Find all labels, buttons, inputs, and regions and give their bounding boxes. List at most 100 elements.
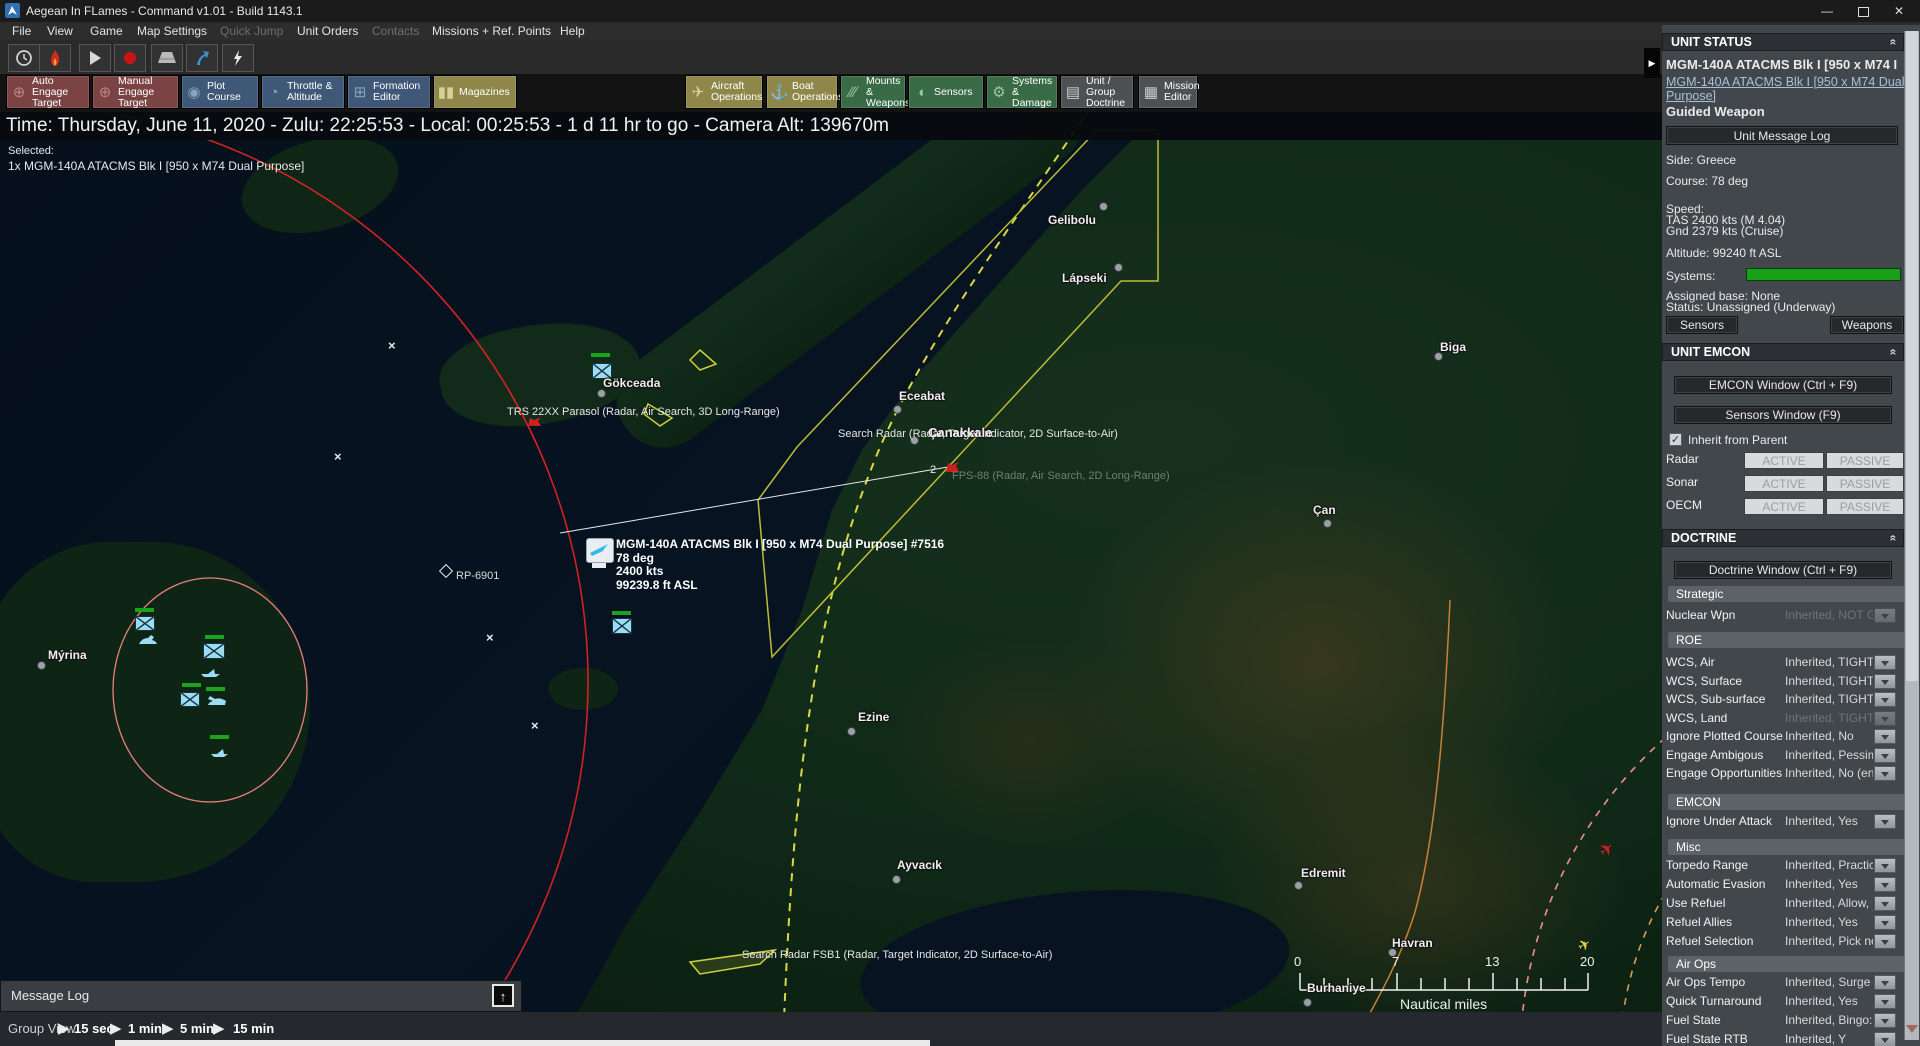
- dropdown-button[interactable]: [1874, 896, 1896, 911]
- dropdown-button[interactable]: [1874, 729, 1896, 744]
- jump-arrow-icon[interactable]: [186, 44, 218, 72]
- play-step-icon[interactable]: ▶: [213, 1019, 225, 1037]
- unit-status-header[interactable]: UNIT STATUS«: [1662, 33, 1904, 51]
- dropdown-button[interactable]: [1874, 814, 1896, 829]
- map-viewport[interactable]: Time: Thursday, June 11, 2020 - Zulu: 22…: [0, 112, 1662, 1046]
- contact-x-mark[interactable]: ×: [531, 718, 539, 733]
- scrollbar-thumb[interactable]: [1906, 31, 1918, 681]
- dropdown-button[interactable]: [1874, 1013, 1896, 1028]
- collapse-chevron-icon[interactable]: «: [1887, 535, 1901, 542]
- clock-icon[interactable]: [8, 44, 40, 72]
- friendly-boat-icon[interactable]: [210, 746, 230, 758]
- panel-collapse-arrow[interactable]: ▶: [1644, 48, 1660, 78]
- sonar-active-button[interactable]: ACTIVE: [1744, 475, 1824, 492]
- doctrine-header[interactable]: DOCTRINE«: [1662, 529, 1904, 547]
- selected-unit-box[interactable]: [586, 538, 614, 563]
- inherit-from-parent-checkbox[interactable]: ✓: [1669, 433, 1682, 446]
- plot-course-button[interactable]: ◉Plot Course: [181, 75, 259, 109]
- flame-icon[interactable]: [39, 44, 71, 72]
- dropdown-button[interactable]: [1874, 674, 1896, 689]
- friendly-installation-icon[interactable]: [135, 616, 155, 631]
- record-icon[interactable]: [114, 44, 146, 72]
- dropdown-button[interactable]: [1874, 858, 1896, 873]
- play-icon[interactable]: [79, 44, 111, 72]
- contact-x-mark[interactable]: ×: [486, 630, 494, 645]
- oecm-passive-button[interactable]: PASSIVE: [1826, 498, 1904, 515]
- friendly-weapon-icon[interactable]: [612, 618, 632, 634]
- mounts-weapons-button[interactable]: ∕∕∕Mounts & Weapons: [840, 75, 906, 109]
- throttle-altitude-button[interactable]: ◔Throttle & Altitude: [261, 75, 345, 109]
- menu-view[interactable]: View: [47, 24, 73, 38]
- contact-x-mark[interactable]: ×: [334, 449, 342, 464]
- friendly-installation-icon[interactable]: [180, 692, 200, 707]
- sonar-passive-button[interactable]: PASSIVE: [1826, 475, 1904, 492]
- dropdown-button[interactable]: [1874, 975, 1896, 990]
- unit-db-link[interactable]: MGM-140A ATACMS Blk I [950 x M74 Dual Pu…: [1666, 75, 1906, 103]
- terrain-layers-icon[interactable]: [151, 44, 183, 72]
- friendly-launcher-icon[interactable]: [206, 693, 228, 708]
- radar-passive-button[interactable]: PASSIVE: [1826, 452, 1904, 469]
- step-15min[interactable]: 15 min: [233, 1021, 274, 1036]
- friendly-boat-icon[interactable]: [200, 666, 222, 678]
- menu-game[interactable]: Game: [90, 24, 123, 38]
- sensors-button[interactable]: ◖Sensors: [908, 75, 984, 109]
- emcon-window-button[interactable]: EMCON Window (Ctrl + F9): [1674, 376, 1892, 394]
- dropdown-button[interactable]: [1874, 748, 1896, 763]
- doctrine-window-button[interactable]: Doctrine Window (Ctrl + F9): [1674, 561, 1892, 579]
- maximize-button[interactable]: [1846, 0, 1880, 22]
- unit-emcon-header[interactable]: UNIT EMCON«: [1662, 343, 1904, 361]
- unit-altitude: Altitude: 99240 ft ASL: [1666, 246, 1781, 260]
- close-button[interactable]: ✕: [1882, 0, 1916, 22]
- selected-unit-readout: 1x MGM-140A ATACMS Blk I [950 x M74 Dual…: [8, 159, 304, 173]
- step-15sec[interactable]: 15 sec: [74, 1021, 114, 1036]
- dropdown-button[interactable]: [1874, 994, 1896, 1009]
- menu-unit-orders[interactable]: Unit Orders: [297, 24, 358, 38]
- message-log-bar[interactable]: Message Log: [0, 980, 522, 1012]
- magazines-button[interactable]: ▮▮Magazines: [433, 75, 517, 109]
- oecm-active-button[interactable]: ACTIVE: [1744, 498, 1824, 515]
- menu-file[interactable]: File: [12, 24, 31, 38]
- menu-help[interactable]: Help: [560, 24, 585, 38]
- play-step-icon[interactable]: ▶: [110, 1019, 122, 1037]
- manual-engage-target-button[interactable]: ⊕Manual Engage Target: [92, 75, 179, 109]
- friendly-vehicle-icon[interactable]: [137, 634, 159, 647]
- panel-scrollbar[interactable]: [1904, 31, 1919, 1040]
- unit-message-log-button[interactable]: Unit Message Log: [1666, 126, 1898, 145]
- dropdown-button: [1874, 608, 1896, 623]
- dropdown-button[interactable]: [1874, 692, 1896, 707]
- dropdown-button[interactable]: [1874, 877, 1896, 892]
- selected-label: Selected:: [8, 145, 54, 157]
- doctrine-row: Refuel AlliesInherited, Yes: [1662, 915, 1904, 931]
- collapse-chevron-icon[interactable]: «: [1887, 349, 1901, 356]
- sensors-list-button[interactable]: Sensors: [1666, 316, 1738, 334]
- play-step-icon[interactable]: ▶: [58, 1019, 70, 1037]
- systems-damage-button[interactable]: ⚙Systems & Damage: [986, 75, 1058, 109]
- formation-editor-button[interactable]: ⊞Formation Editor: [347, 75, 431, 109]
- dropdown-button[interactable]: [1874, 1032, 1896, 1046]
- weapons-list-button[interactable]: Weapons: [1830, 316, 1904, 334]
- menu-missions-ref-points[interactable]: Missions + Ref. Points: [432, 24, 551, 38]
- boat-operations-button[interactable]: ⚓Boat Operations: [766, 75, 838, 109]
- lightning-icon[interactable]: [222, 44, 254, 72]
- friendly-installation-icon[interactable]: [203, 643, 225, 659]
- auto-engage-target-button[interactable]: ⊕Auto Engage Target: [6, 75, 90, 109]
- radar-active-button[interactable]: ACTIVE: [1744, 452, 1824, 469]
- aircraft-operations-button[interactable]: ✈Aircraft Operations: [685, 75, 763, 109]
- scrollbar-down-arrow[interactable]: [1906, 1025, 1918, 1033]
- message-log-expand-button[interactable]: ↑: [492, 984, 514, 1007]
- contact-x-mark[interactable]: ×: [388, 338, 396, 353]
- dropdown-button[interactable]: [1874, 915, 1896, 930]
- dropdown-button[interactable]: [1874, 934, 1896, 949]
- step-5min[interactable]: 5 min: [180, 1021, 214, 1036]
- play-step-icon[interactable]: ▶: [162, 1019, 174, 1037]
- sam-range-ring-red: [0, 112, 588, 1046]
- collapse-chevron-icon[interactable]: «: [1887, 39, 1901, 46]
- mission-editor-button[interactable]: ▦Mission Editor: [1138, 75, 1198, 109]
- sensors-window-button[interactable]: Sensors Window (F9): [1674, 406, 1892, 424]
- step-1min[interactable]: 1 min: [128, 1021, 162, 1036]
- dropdown-button[interactable]: [1874, 655, 1896, 670]
- dropdown-button[interactable]: [1874, 766, 1896, 781]
- menu-map-settings[interactable]: Map Settings: [137, 24, 207, 38]
- minimize-button[interactable]: —: [1810, 0, 1844, 22]
- unit-group-doctrine-button[interactable]: ▤Unit / Group Doctrine: [1060, 75, 1134, 109]
